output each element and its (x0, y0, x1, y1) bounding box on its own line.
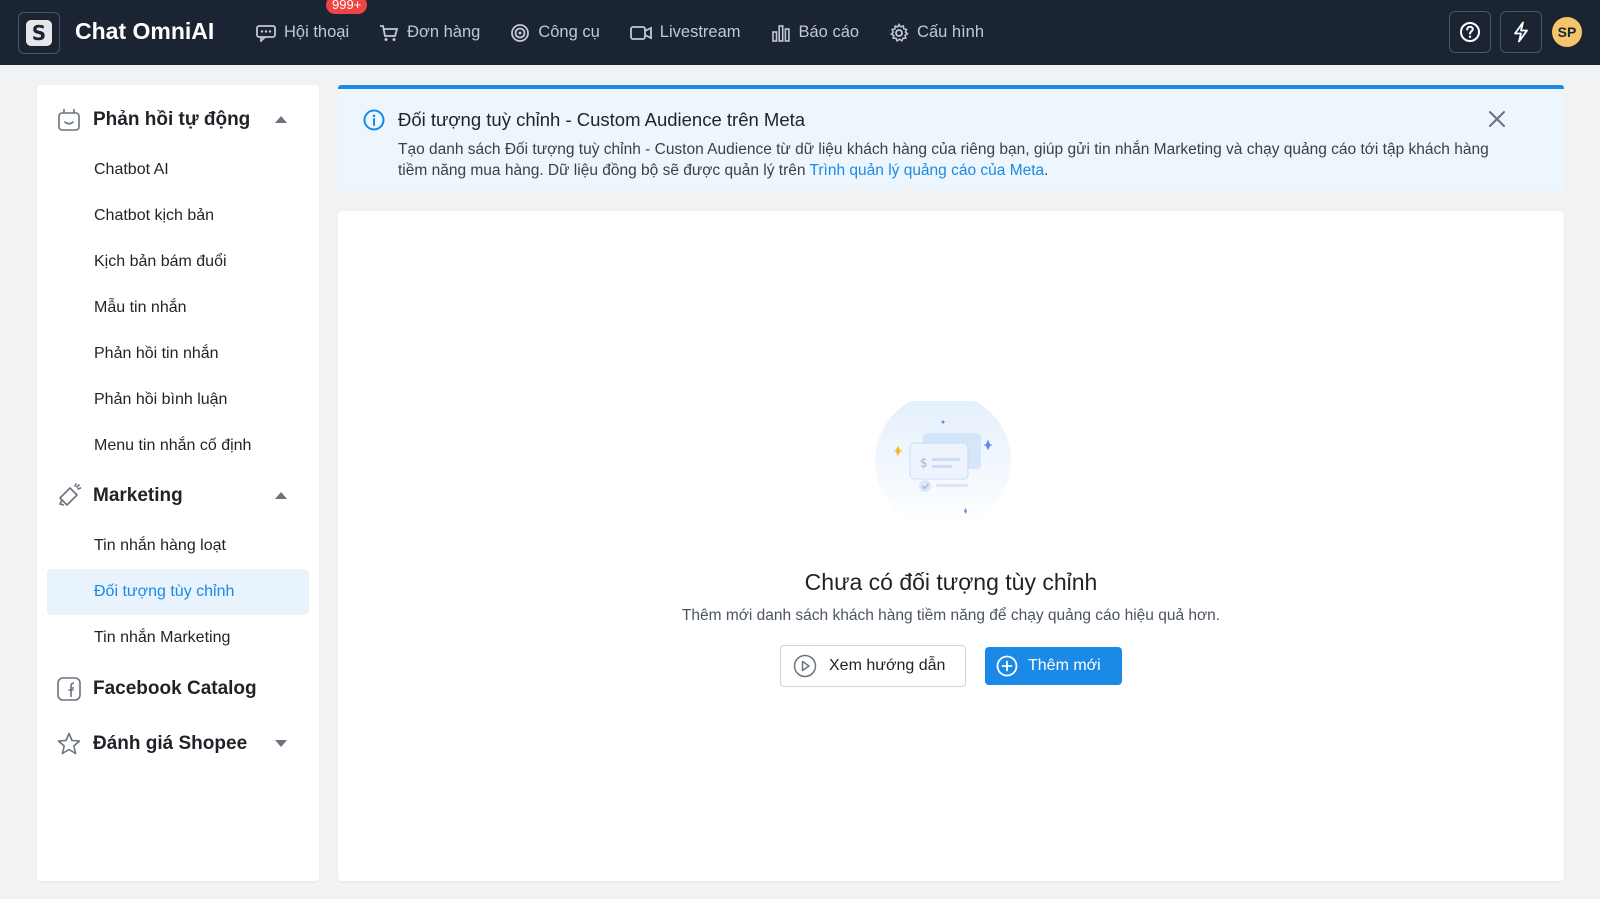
nav-item-livestream[interactable]: Livestream (629, 23, 741, 42)
nav-label: Đơn hàng (407, 23, 481, 41)
meta-ads-manager-link[interactable]: Trình quản lý quảng cáo của Meta (810, 162, 1045, 179)
top-navbar: S Chat OmniAI Hội thoại 999+ Đơn hàng Cô… (0, 0, 1600, 65)
sidebar-item-chatbot-ai[interactable]: Chatbot AI (47, 147, 309, 193)
quick-action-button[interactable] (1500, 11, 1542, 53)
help-button[interactable] (1449, 11, 1491, 53)
help-icon (1460, 22, 1480, 42)
megaphone-icon (56, 483, 82, 509)
section-label: Marketing (93, 485, 183, 506)
nav-item-orders[interactable]: Đơn hàng (379, 23, 480, 42)
nav-label: Công cụ (538, 23, 600, 41)
sidebar-item-follow-script[interactable]: Kịch bản bám đuổi (47, 239, 309, 285)
nav-item-tools[interactable]: Công cụ (510, 23, 600, 43)
bar-chart-icon (771, 24, 790, 42)
sidebar-item-marketing-messages[interactable]: Tin nhắn Marketing (47, 615, 309, 661)
info-banner: Đối tượng tuỳ chỉnh - Custom Audience tr… (338, 85, 1564, 191)
star-icon (56, 731, 82, 757)
brand-name: Chat OmniAI (75, 18, 215, 44)
close-icon[interactable] (1487, 109, 1507, 129)
sidebar-item-comment-reply[interactable]: Phản hồi bình luận (47, 377, 309, 423)
nav-item-settings[interactable]: Cấu hình (889, 22, 985, 43)
add-new-button[interactable]: Thêm mới (985, 647, 1122, 685)
nav-label: Báo cáo (798, 23, 860, 41)
main-nav: Hội thoại 999+ Đơn hàng Công cụ Livestre… (256, 0, 1014, 65)
empty-state-description: Thêm mới danh sách khách hàng tiềm năng … (681, 607, 1221, 624)
sidebar-item-message-templates[interactable]: Mẫu tin nhắn (47, 285, 309, 331)
sidebar-item-bulk-messages[interactable]: Tin nhắn hàng loạt (47, 523, 309, 569)
cart-icon (380, 24, 399, 41)
sidebar-item-chatbot-script[interactable]: Chatbot kịch bản (47, 193, 309, 239)
section-label: Đánh giá Shopee (93, 733, 248, 754)
user-avatar[interactable]: SP (1552, 17, 1582, 47)
logo-letter: S (26, 20, 52, 46)
section-label: Phản hồi tự động (93, 109, 251, 130)
empty-state-illustration: $ (875, 401, 1011, 521)
section-label: Facebook Catalog (93, 678, 257, 699)
sidebar-item-message-reply[interactable]: Phản hồi tin nhắn (47, 331, 309, 377)
notification-badge: 999+ (326, 0, 368, 14)
plus-circle-icon (996, 655, 1018, 677)
play-icon (793, 654, 817, 678)
facebook-icon (56, 676, 82, 702)
view-guide-button[interactable]: Xem hướng dẫn (780, 645, 966, 687)
gear-icon (890, 22, 909, 42)
topbar-actions: SP (1440, 11, 1582, 53)
nav-item-reports[interactable]: Báo cáo (771, 23, 860, 43)
sidebar-item-custom-audience[interactable]: Đối tượng tùy chỉnh (47, 569, 309, 615)
lightning-icon (1514, 21, 1528, 43)
info-icon (363, 109, 385, 131)
app-logo[interactable]: S (18, 12, 60, 54)
chat-icon (256, 24, 276, 42)
banner-description: Tạo danh sách Đối tượng tuỳ chỉnh - Cust… (398, 139, 1508, 181)
banner-title: Đối tượng tuỳ chỉnh - Custom Audience tr… (398, 109, 806, 130)
nav-label: Cấu hình (917, 23, 985, 41)
collapse-caret-icon (275, 492, 287, 499)
sidebar: Phản hồi tự động Chatbot AI Chatbot kịch… (37, 85, 319, 881)
banner-desc-end: . (1044, 162, 1049, 179)
expand-caret-icon (275, 740, 287, 747)
robot-icon (56, 107, 82, 133)
nav-label: Livestream (659, 23, 741, 41)
nav-label: Hội thoại (284, 23, 350, 41)
collapse-caret-icon (275, 116, 287, 123)
sidebar-item-persistent-menu[interactable]: Menu tin nhắn cố định (47, 423, 309, 469)
empty-state-title: Chưa có đối tượng tùy chỉnh (804, 569, 1098, 595)
nav-item-conversations[interactable]: Hội thoại 999+ (256, 0, 368, 42)
main-content-card: $ Chưa có đối tượng tùy chỉnh Thêm mới d… (338, 211, 1564, 881)
video-icon (629, 25, 652, 40)
svg-text:$: $ (920, 456, 928, 470)
add-new-label: Thêm mới (1028, 657, 1101, 674)
tools-icon (511, 23, 530, 42)
view-guide-label: Xem hướng dẫn (829, 657, 946, 674)
